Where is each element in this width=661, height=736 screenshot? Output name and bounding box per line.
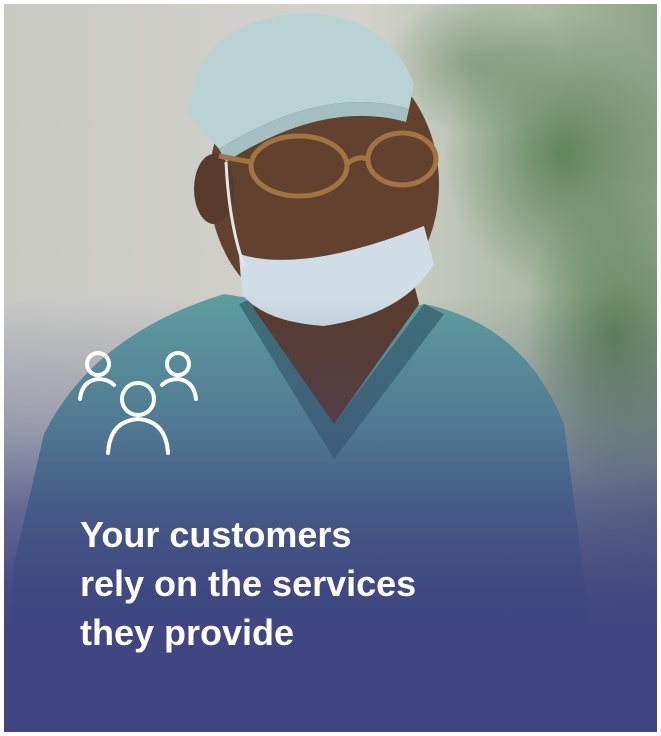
people-group-icon: [78, 351, 198, 455]
headline: Your customers rely on the services they…: [80, 510, 560, 657]
headline-line-3: they provide: [80, 612, 295, 653]
headline-line-2: rely on the services: [80, 563, 417, 604]
headline-line-1: Your customers: [80, 514, 352, 555]
promo-card: Your customers rely on the services they…: [4, 4, 657, 732]
